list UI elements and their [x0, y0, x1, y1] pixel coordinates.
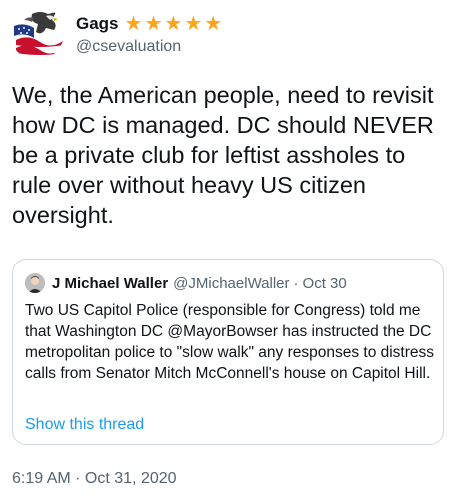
- author-avatar[interactable]: [10, 6, 64, 60]
- quoted-author-display-name: J Michael Waller: [52, 274, 169, 292]
- american-flag-eagle-icon: [10, 6, 64, 60]
- show-thread-link[interactable]: Show this thread: [25, 416, 144, 434]
- star-badges: ★ ★ ★ ★ ★: [125, 14, 223, 34]
- quoted-author-handle: @JMichaelWaller: [173, 274, 290, 292]
- tweet-timestamp[interactable]: 6:19 AM · Oct 31, 2020: [12, 470, 177, 488]
- tweet-card: Gags ★ ★ ★ ★ ★ @csevaluation We, the Ame…: [0, 0, 458, 500]
- author-handle[interactable]: @csevaluation: [76, 38, 181, 56]
- tweet-text: We, the American people, need to revisit…: [12, 82, 434, 228]
- person-portrait-icon: [25, 273, 45, 293]
- quoted-tweet[interactable]: J Michael Waller @JMichaelWaller · Oct 3…: [12, 259, 444, 445]
- quoted-tweet-text: Two US Capitol Police (responsible for C…: [25, 302, 435, 382]
- separator-dot: ·: [293, 274, 299, 292]
- star-icon: ★: [184, 13, 203, 35]
- quoted-tweet-header: J Michael Waller @JMichaelWaller · Oct 3…: [25, 272, 347, 294]
- author-display-name[interactable]: Gags: [76, 14, 119, 34]
- tweet-header: Gags ★ ★ ★ ★ ★ @csevaluation: [10, 6, 450, 60]
- star-icon: ★: [204, 13, 223, 35]
- quoted-author-avatar[interactable]: [25, 273, 45, 293]
- quoted-tweet-date: Oct 30: [302, 274, 347, 292]
- star-icon: ★: [164, 13, 183, 35]
- name-row: Gags ★ ★ ★ ★ ★: [76, 12, 222, 36]
- star-icon: ★: [124, 13, 143, 35]
- star-icon: ★: [144, 13, 163, 35]
